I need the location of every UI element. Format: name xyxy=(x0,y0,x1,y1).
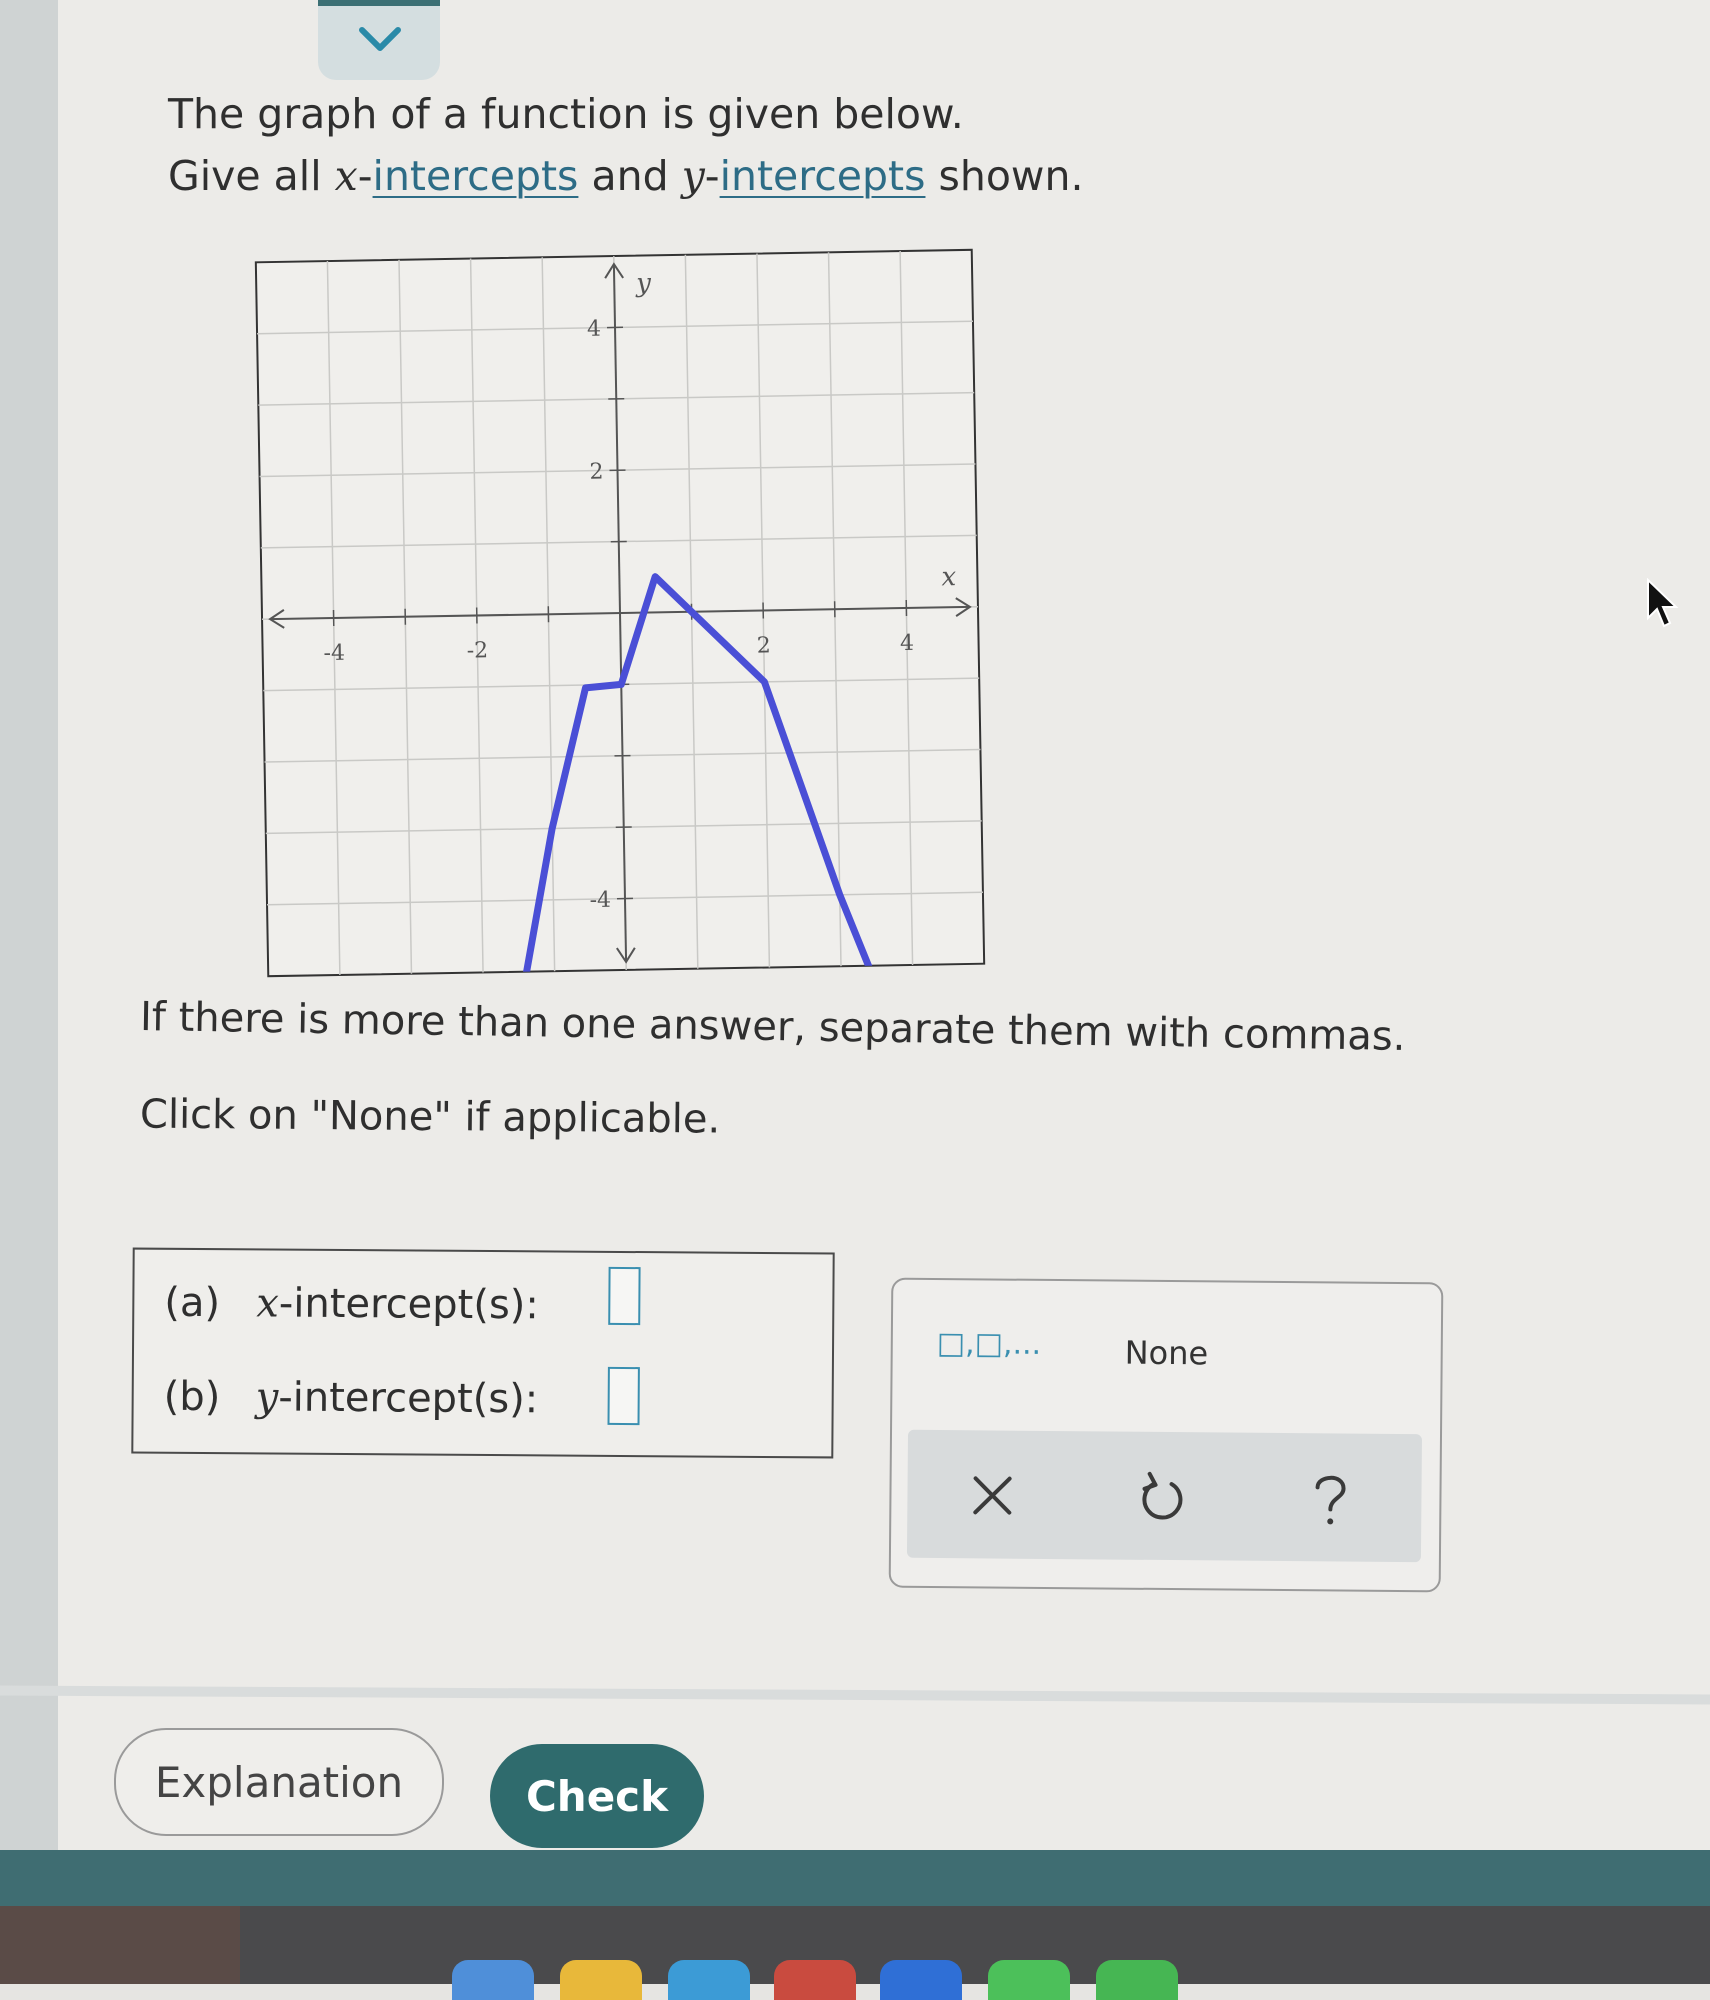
function-graph: -4 -2 2 4 -4 2 4 x y xyxy=(252,246,988,981)
safari-icon[interactable] xyxy=(668,1960,750,2000)
facetime-icon[interactable] xyxy=(1096,1960,1178,2000)
answer-box: (a)x-intercept(s): (b)y-intercept(s): xyxy=(131,1248,834,1459)
y-variable: y xyxy=(256,1374,279,1420)
undo-icon[interactable] xyxy=(1127,1462,1198,1533)
footer-bar xyxy=(0,1850,1710,1906)
y-tick-label: 2 xyxy=(589,459,603,484)
launchpad-icon[interactable] xyxy=(560,1960,642,2000)
x-axis-label: x xyxy=(941,562,957,592)
dock-wallpaper xyxy=(0,1906,240,1984)
chevron-down-icon[interactable] xyxy=(356,22,404,56)
collapse-tab-bar xyxy=(318,0,440,6)
y-variable: y xyxy=(682,152,705,200)
y-axis-label: y xyxy=(635,268,652,298)
y-intercept-input[interactable] xyxy=(608,1367,640,1425)
dash: - xyxy=(705,152,720,200)
question-mid: and xyxy=(578,152,681,200)
question-line-2: Give all x-intercepts and y-intercepts s… xyxy=(168,152,1083,200)
multiple-answers-button[interactable]: □,□,... xyxy=(937,1326,1042,1362)
clear-icon[interactable] xyxy=(957,1460,1028,1531)
part-b-label: (b) xyxy=(164,1374,256,1421)
y-intercepts-link[interactable]: intercepts xyxy=(720,152,926,200)
x-intercept-input[interactable] xyxy=(608,1267,640,1325)
check-button[interactable]: Check xyxy=(490,1744,704,1848)
x-tick-label: 4 xyxy=(900,631,914,656)
x-tick-label: 2 xyxy=(757,633,771,658)
x-variable: x xyxy=(256,1280,279,1326)
question-line-1: The graph of a function is given below. xyxy=(168,90,964,138)
keypad-action-bar xyxy=(907,1430,1422,1562)
x-tick-label: -2 xyxy=(467,638,489,663)
answer-row-b: (b)y-intercept(s): xyxy=(164,1374,539,1423)
finder-icon[interactable] xyxy=(452,1960,534,2000)
y-intercepts-label: -intercept(s): xyxy=(278,1375,538,1423)
part-a-label: (a) xyxy=(164,1280,256,1327)
question-prefix: Give all xyxy=(168,152,335,200)
mouse-cursor-icon xyxy=(1646,578,1680,632)
answer-row-a: (a)x-intercept(s): xyxy=(164,1280,539,1329)
help-icon[interactable] xyxy=(1295,1463,1366,1534)
y-tick-label: -4 xyxy=(589,888,611,913)
none-button[interactable]: None xyxy=(1125,1334,1209,1373)
x-variable: x xyxy=(335,152,358,200)
messages-icon[interactable] xyxy=(988,1960,1070,2000)
x-intercepts-link[interactable]: intercepts xyxy=(373,152,579,200)
x-intercepts-label: -intercept(s): xyxy=(279,1281,539,1329)
dash: - xyxy=(358,152,373,200)
x-tick-label: -4 xyxy=(323,641,345,666)
explanation-button[interactable]: Explanation xyxy=(114,1728,444,1836)
answer-keypad: □,□,... None xyxy=(889,1278,1444,1593)
instruction-none: Click on "None" if applicable. xyxy=(140,1091,721,1142)
chrome-icon[interactable] xyxy=(774,1960,856,2000)
y-tick-label: 4 xyxy=(587,317,601,342)
app-store-icon[interactable] xyxy=(880,1960,962,2000)
question-suffix: shown. xyxy=(925,152,1083,200)
